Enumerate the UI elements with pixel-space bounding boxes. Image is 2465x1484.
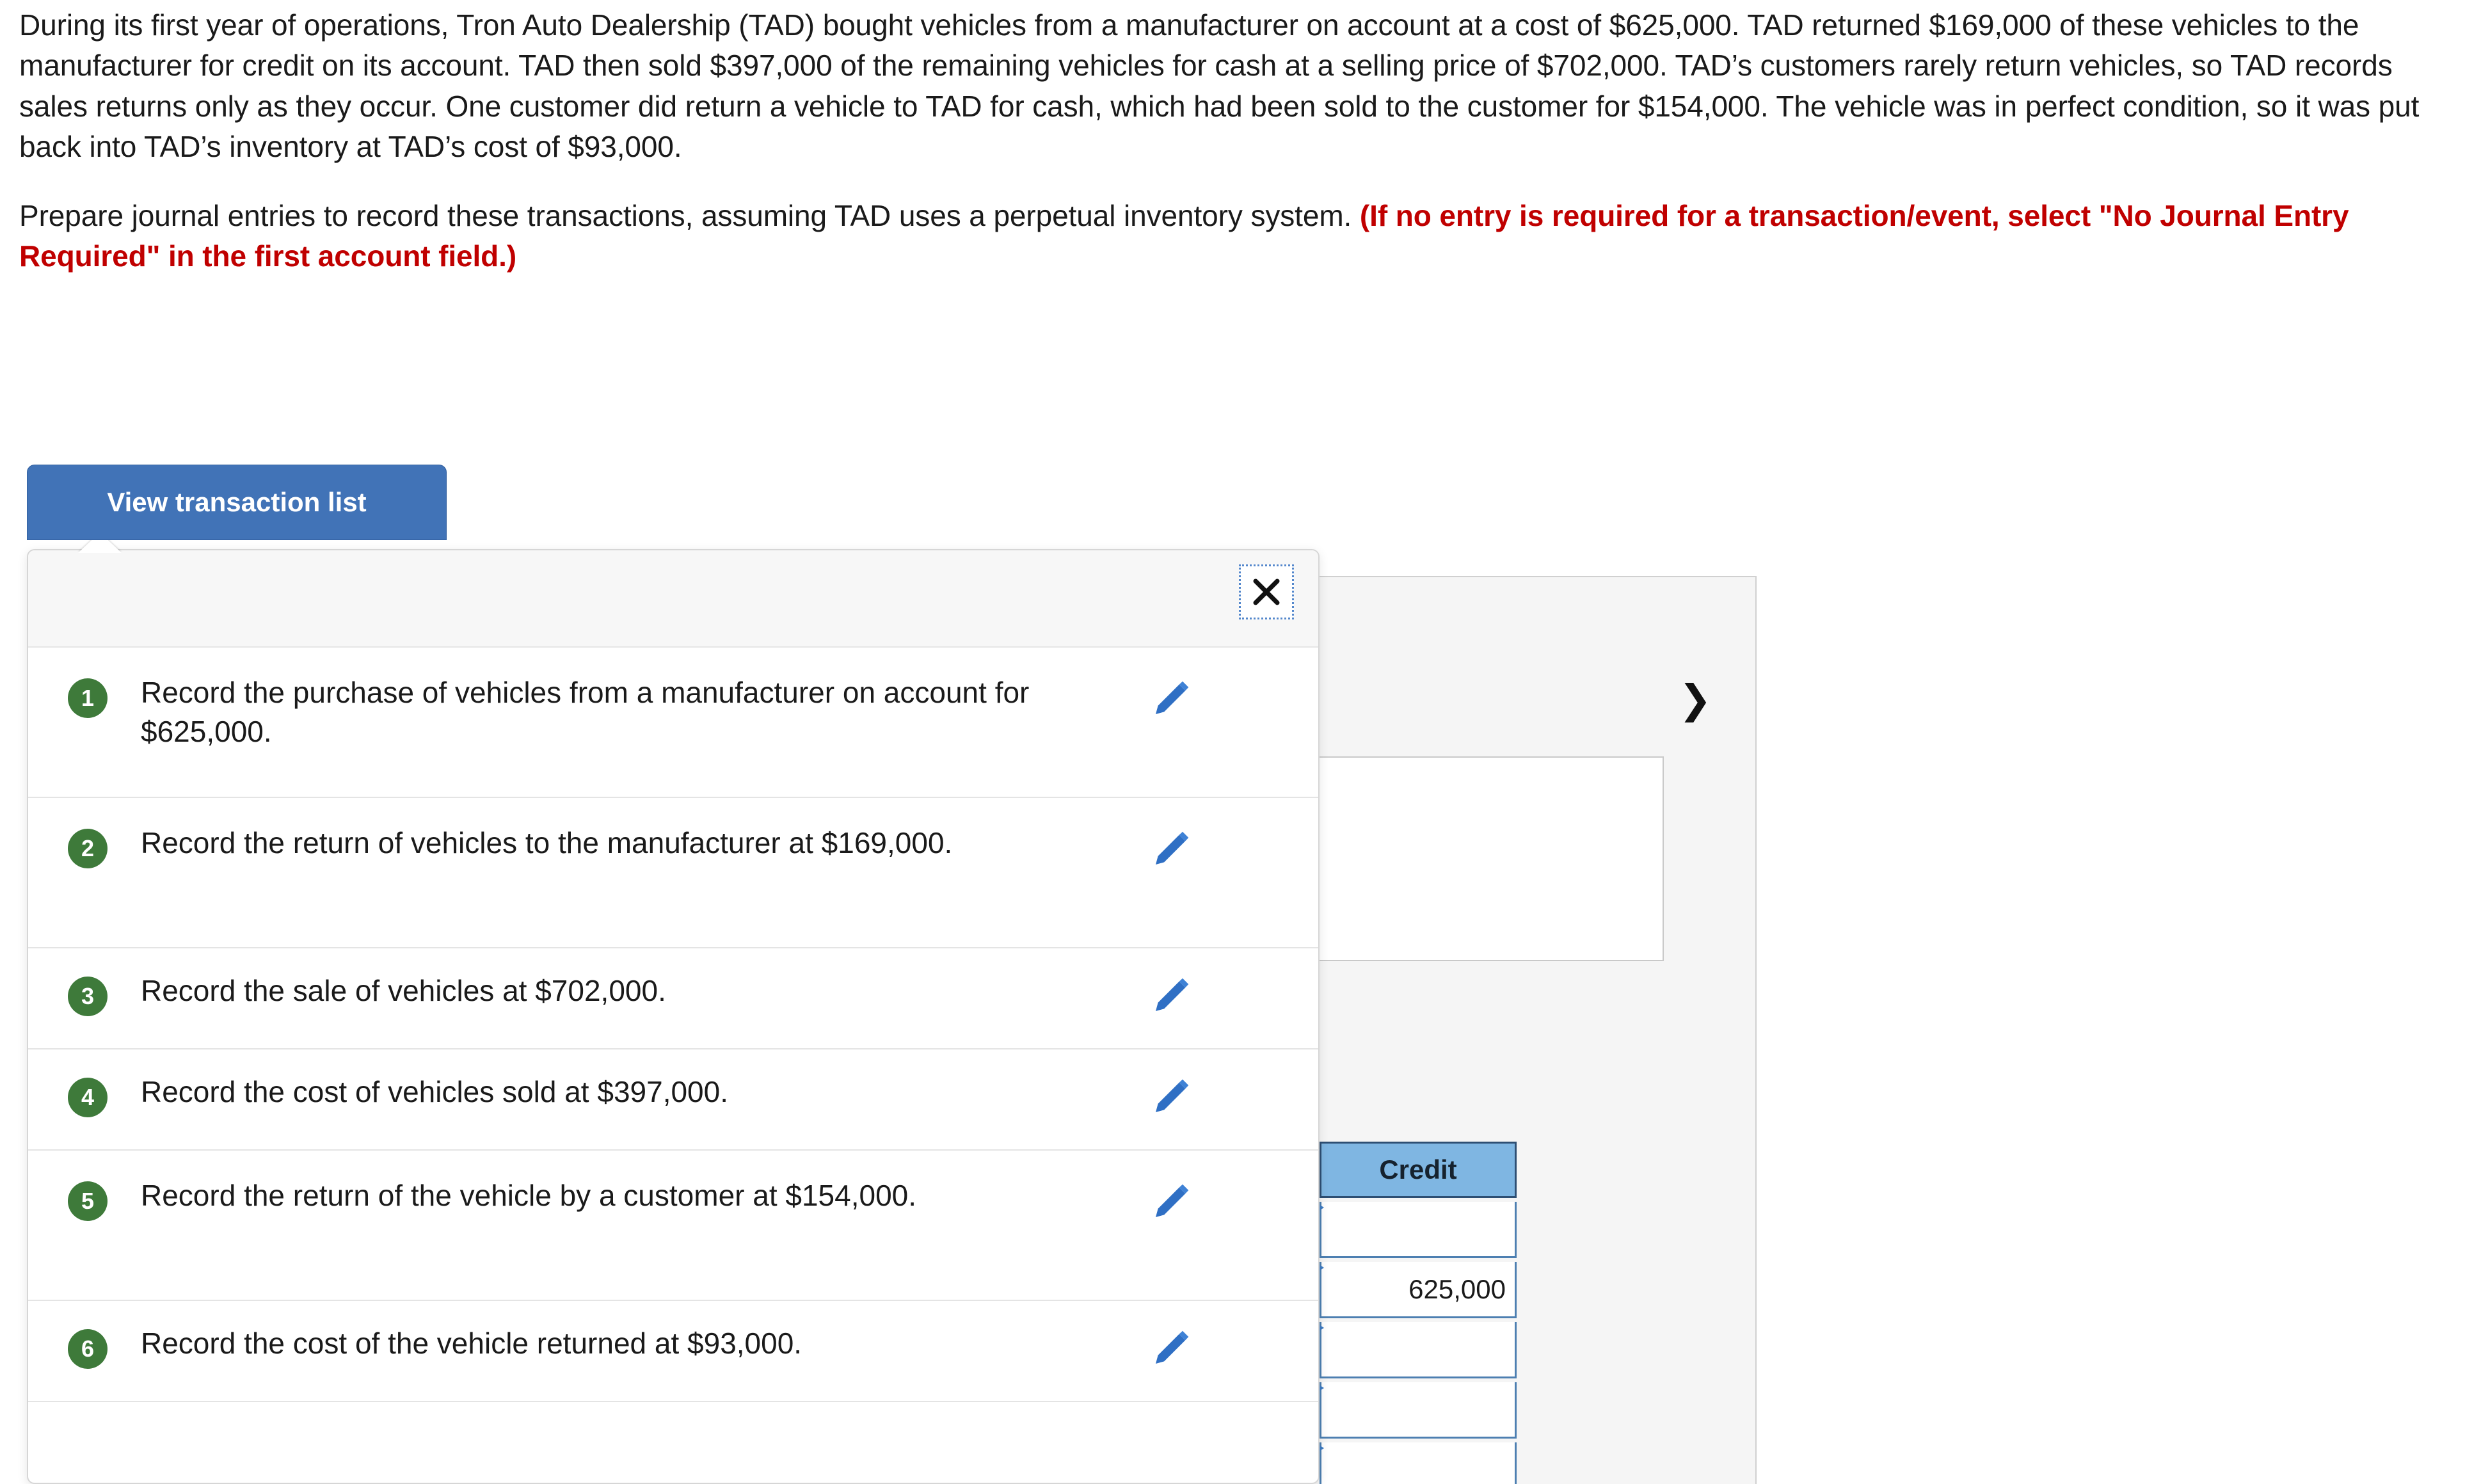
transaction-description: Record the purchase of vehicles from a m… (141, 676, 1030, 748)
pencil-icon[interactable] (1139, 1179, 1203, 1225)
credit-column-header: Credit (1320, 1142, 1517, 1198)
credit-cell[interactable] (1307, 1317, 1517, 1378)
transaction-list-popup: 1 Record the purchase of vehicles from a… (27, 549, 1320, 1484)
pencil-icon[interactable] (1139, 1074, 1203, 1120)
popup-header (28, 550, 1318, 648)
credit-column-table: Credit 625,000 (1307, 1142, 1517, 1484)
problem-statement: During its first year of operations, Tro… (19, 5, 2445, 277)
chevron-right-icon[interactable]: ❯ (1679, 680, 1712, 719)
transaction-list: 1 Record the purchase of vehicles from a… (28, 648, 1318, 1402)
transaction-row[interactable]: 3 Record the sale of vehicles at $702,00… (28, 948, 1318, 1049)
transaction-row[interactable]: 2 Record the return of vehicles to the m… (28, 798, 1318, 948)
transaction-description: Record the sale of vehicles at $702,000. (141, 974, 666, 1007)
transaction-description: Record the return of the vehicle by a cu… (141, 1179, 917, 1212)
pencil-icon[interactable] (1139, 1325, 1203, 1371)
pencil-icon[interactable] (1139, 826, 1203, 872)
transaction-description: Record the cost of vehicles sold at $397… (141, 1075, 729, 1108)
transaction-number-badge: 6 (68, 1329, 108, 1369)
transaction-row[interactable]: 5 Record the return of the vehicle by a … (28, 1151, 1318, 1301)
credit-cell[interactable] (1307, 1197, 1517, 1258)
pencil-icon[interactable] (1139, 973, 1203, 1019)
transaction-number-badge: 1 (68, 678, 108, 718)
transaction-number-badge: 3 (68, 977, 108, 1016)
transaction-row[interactable]: 4 Record the cost of vehicles sold at $3… (28, 1049, 1318, 1151)
credit-cell[interactable] (1307, 1437, 1517, 1484)
problem-paragraph-1: During its first year of operations, Tro… (19, 8, 2420, 164)
close-icon[interactable] (1239, 564, 1294, 619)
view-transaction-list-button[interactable]: View transaction list (27, 465, 447, 540)
transaction-number-badge: 2 (68, 829, 108, 868)
problem-paragraph-2: Prepare journal entries to record these … (19, 196, 2445, 277)
transaction-number-badge: 5 (68, 1181, 108, 1221)
transaction-description: Record the cost of the vehicle returned … (141, 1327, 802, 1360)
pencil-icon[interactable] (1139, 676, 1203, 722)
instruction-text: Prepare journal entries to record these … (19, 198, 1360, 232)
page-root: ❯ $625,000. Credit 625,000 During its fi… (0, 0, 2465, 1484)
credit-cell[interactable] (1307, 1377, 1517, 1439)
transaction-description: Record the return of vehicles to the man… (141, 826, 953, 859)
credit-cell[interactable]: 625,000 (1307, 1257, 1517, 1318)
transaction-number-badge: 4 (68, 1078, 108, 1117)
transaction-row[interactable]: 1 Record the purchase of vehicles from a… (28, 648, 1318, 798)
transaction-row[interactable]: 6 Record the cost of the vehicle returne… (28, 1301, 1318, 1402)
